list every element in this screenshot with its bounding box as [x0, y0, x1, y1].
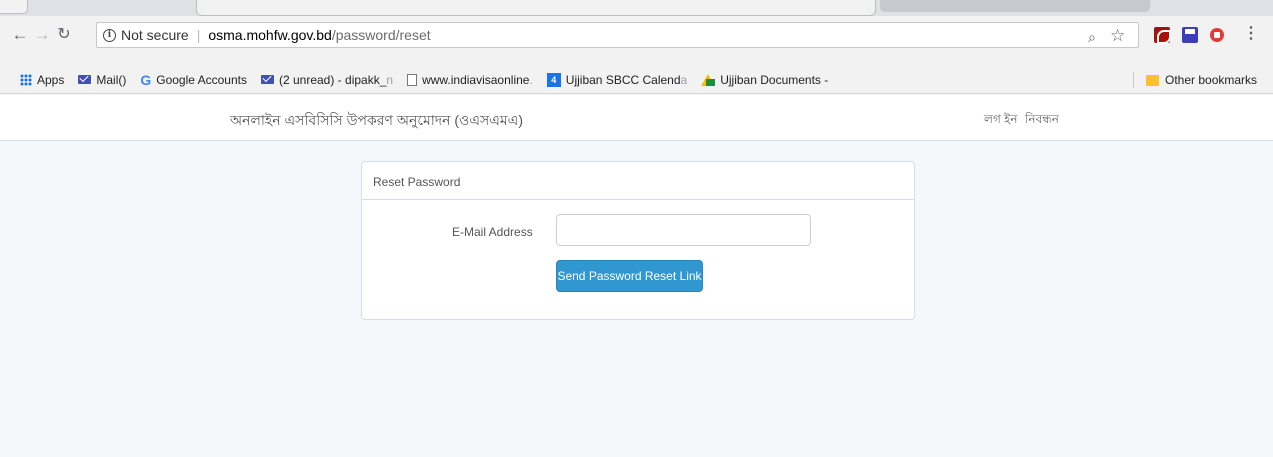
address-bar[interactable]: i Not secure | osma.mohfw.gov.bd/passwor…	[96, 22, 1139, 48]
bookmarks-divider	[1133, 72, 1134, 88]
back-arrow-icon[interactable]: ←	[10, 24, 30, 46]
page-icon	[407, 73, 418, 86]
bookmark-other[interactable]: Other bookmarks	[1146, 66, 1257, 94]
web-page: অনলাইন এসবিসিসি উপকরণ অনুমোদন (ওএসএমএ) ল…	[0, 95, 1273, 457]
reset-password-panel: Reset Password E-Mail Address Send Passw…	[361, 161, 915, 320]
bookmark-google-accounts[interactable]: G Google Accounts	[140, 72, 247, 88]
mail-icon	[260, 75, 274, 84]
forward-arrow-icon[interactable]: →	[32, 24, 52, 46]
tab-next[interactable]	[880, 0, 1150, 12]
save-extension-icon[interactable]	[1182, 27, 1198, 43]
bookmark-label: Mail()	[96, 72, 127, 87]
bookmark-label-fade: n	[386, 72, 394, 87]
bookmark-ujjiban-documents[interactable]: Ujjiban Documents -	[701, 73, 828, 87]
browser-toolbar: ← → ↻ i Not secure | osma.mohfw.gov.bd/p…	[0, 16, 1273, 66]
send-reset-link-button[interactable]: Send Password Reset Link	[556, 260, 703, 292]
drive-icon	[701, 73, 716, 86]
folder-icon	[1146, 74, 1159, 86]
site-navbar: অনলাইন এসবিসিসি উপকরণ অনুমোদন (ওএসএমএ) ল…	[0, 95, 1273, 141]
tab-previous[interactable]	[0, 0, 28, 14]
site-brand[interactable]: অনলাইন এসবিসিসি উপকরণ অনুমোদন (ওএসএমএ)	[230, 109, 523, 133]
email-label: E-Mail Address	[452, 225, 533, 239]
reload-icon[interactable]: ↻	[54, 24, 74, 46]
bookmark-label: Apps	[37, 72, 65, 87]
bookmark-label: (2 unread) - dipakk_	[278, 72, 387, 87]
omnibox-separator: |	[196, 27, 201, 43]
google-icon: G	[140, 71, 152, 88]
bookmark-label: www.indiavisaonline	[422, 72, 530, 87]
url-path[interactable]: /password/reset	[332, 27, 431, 43]
bookmark-ujjiban-calendar[interactable]: 4 Ujjiban SBCC Calend a	[546, 72, 688, 87]
apps-grid-icon	[20, 73, 32, 86]
mail-icon	[78, 75, 92, 84]
bookmark-mail[interactable]: Mail()	[78, 73, 126, 87]
url-host[interactable]: osma.mohfw.gov.bd	[208, 27, 331, 43]
menu-icon[interactable]: ⋮	[1243, 25, 1259, 43]
register-link[interactable]: নিবন্ধন	[1025, 111, 1059, 131]
email-field[interactable]	[556, 214, 811, 246]
star-icon[interactable]: ☆	[1110, 26, 1125, 46]
bookmarks-bar: Apps Mail() G Google Accounts (2 unread)…	[0, 66, 1273, 94]
info-icon[interactable]: i	[103, 28, 116, 42]
bookmark-apps[interactable]: Apps	[20, 73, 64, 87]
bookmark-label-fade: .	[529, 72, 533, 87]
security-label[interactable]: Not secure	[121, 27, 189, 43]
bookmark-label: Ujjiban SBCC Calend	[565, 72, 681, 87]
bookmark-indiavisa[interactable]: www.indiavisaonline.	[407, 73, 533, 87]
zoom-icon[interactable]: ⌕	[1088, 29, 1096, 46]
adblock-extension-icon[interactable]	[1210, 28, 1224, 42]
tab-active[interactable]	[196, 0, 876, 16]
other-bookmarks-label: Other bookmarks	[1165, 73, 1258, 87]
pdf-extension-icon[interactable]	[1154, 27, 1171, 44]
bookmark-unread-mail[interactable]: (2 unread) - dipakk_ n	[260, 72, 394, 87]
calendar-icon: 4	[546, 72, 561, 87]
bookmark-label-fade: a	[680, 72, 688, 87]
tab-strip	[0, 0, 1273, 16]
login-link[interactable]: লগ ইন	[984, 111, 1018, 131]
bookmark-label: Google Accounts	[156, 72, 247, 87]
panel-heading: Reset Password	[362, 162, 914, 200]
bookmark-label: Ujjiban Documents -	[720, 72, 829, 87]
